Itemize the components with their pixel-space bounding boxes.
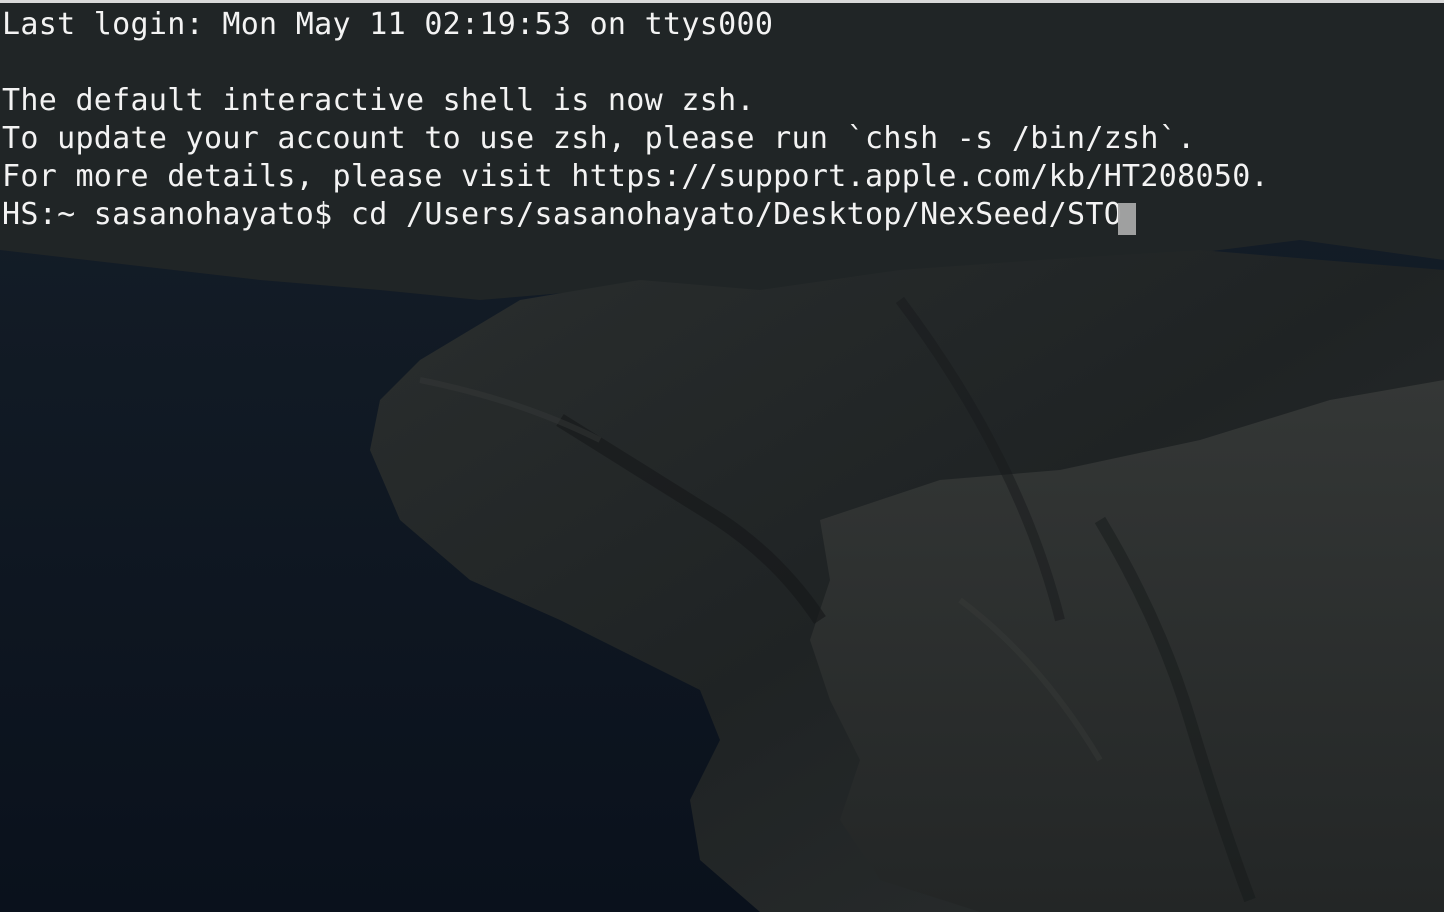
prompt-line[interactable]: HS:~ sasanohayato$ cd /Users/sasanohayat…: [2, 196, 1140, 234]
block-cursor-icon: [1118, 203, 1136, 235]
shell-notice-line-1: The default interactive shell is now zsh…: [2, 83, 755, 118]
shell-prompt: HS:~ sasanohayato$: [2, 197, 351, 232]
shell-notice-line-3: For more details, please visit https://s…: [2, 159, 1269, 194]
terminal-window[interactable]: Last login: Mon May 11 02:19:53 on ttys0…: [0, 6, 1444, 912]
window-top-border: [0, 0, 1444, 3]
command-input[interactable]: cd /Users/sasanohayato/Desktop/NexSeed/S…: [351, 197, 1141, 232]
last-login-line: Last login: Mon May 11 02:19:53 on ttys0…: [2, 7, 774, 42]
shell-notice-line-2: To update your account to use zsh, pleas…: [2, 121, 1196, 156]
